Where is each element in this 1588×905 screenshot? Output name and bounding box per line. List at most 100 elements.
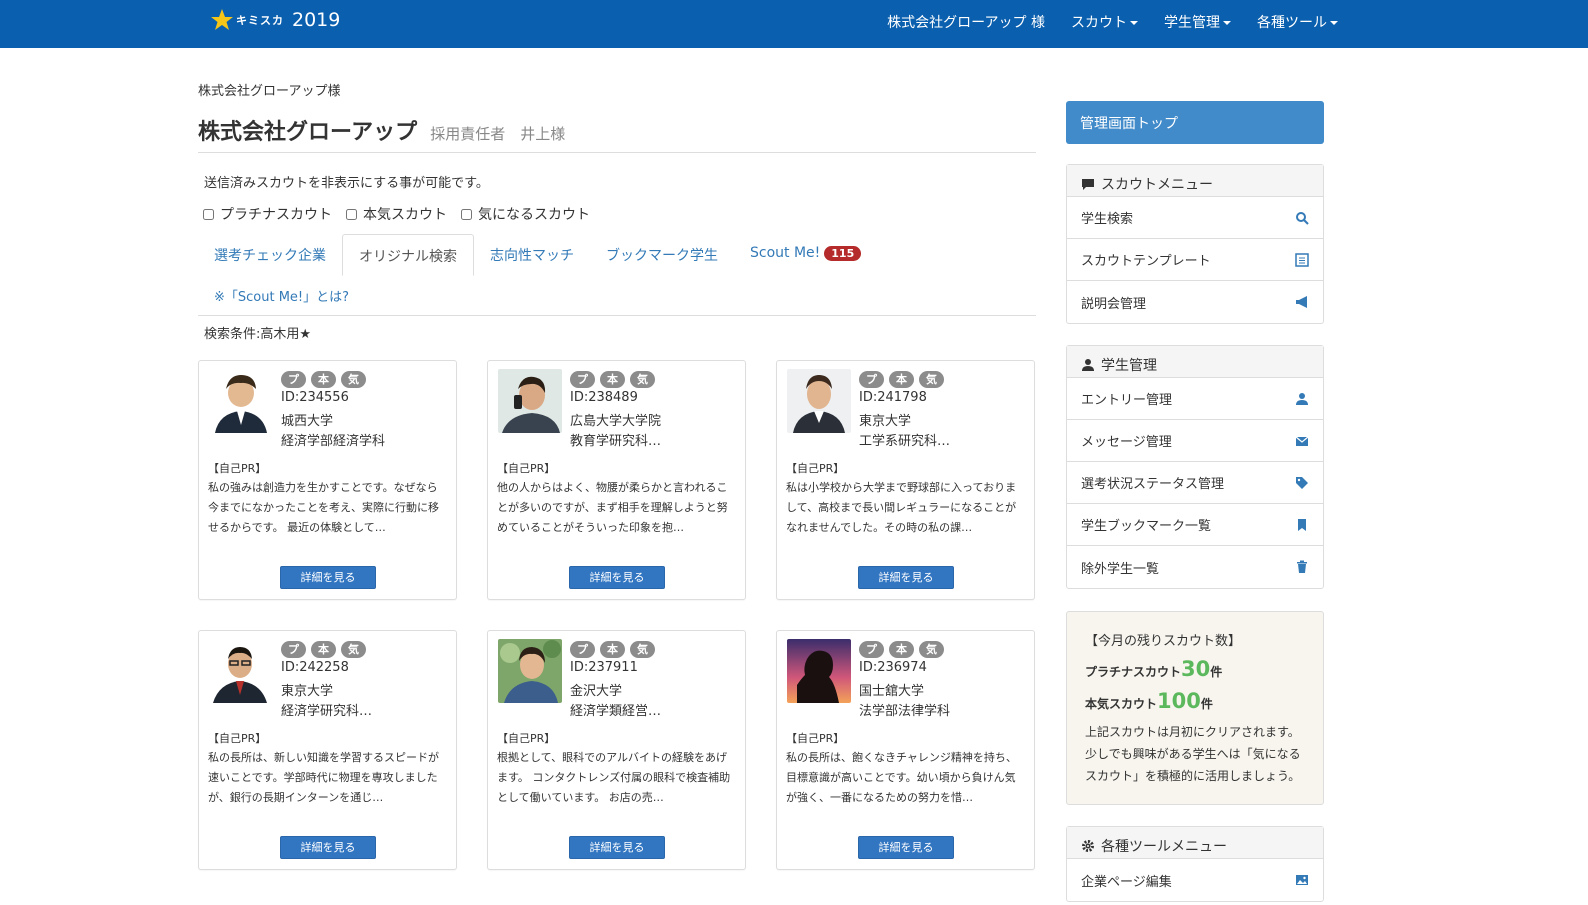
scout-filters: プラチナスカウト 本気スカウト 気になるスカウト <box>203 204 604 224</box>
user-icon <box>1295 392 1309 406</box>
hide-notice: 送信済みスカウトを非表示にする事が可能です。 <box>204 176 489 191</box>
remaining-scouts-panel: 【今月の残りスカウト数】 プラチナスカウト30件 本気スカウト100件 上記スカ… <box>1066 611 1324 805</box>
mark-honki: 本 <box>311 371 336 388</box>
tab-orientation-match[interactable]: 志向性マッチ <box>474 234 590 274</box>
tab-bookmark-students[interactable]: ブックマーク学生 <box>590 234 734 274</box>
trash-icon <box>1295 560 1309 574</box>
search-tabs: 選考チェック企業 オリジナル検索 志向性マッチ ブックマーク学生 Scout M… <box>198 234 1036 276</box>
student-card: プ 本 気 ID:234556 城西大学 経済学部経済学科 【自己PR】 私の強… <box>198 360 457 600</box>
view-detail-button[interactable]: 詳細を見る <box>858 566 954 589</box>
scout-marks: プ 本 気 <box>859 371 949 388</box>
scout-menu-heading: スカウトメニュー <box>1067 165 1323 197</box>
brand-year: 2019 <box>292 9 341 31</box>
student-id: ID:237911 <box>570 660 638 675</box>
nav-tools-menu[interactable]: 各種ツール <box>1257 12 1338 32</box>
student-school: 東京大学 <box>859 414 912 429</box>
nav-student-menu[interactable]: 学生管理 <box>1164 12 1231 32</box>
mark-platinum: プ <box>570 371 595 388</box>
student-menu-panel: 学生管理 エントリー管理 メッセージ管理 選考状況ステータス管理 学生ブックマー… <box>1066 345 1324 589</box>
avatar[interactable] <box>209 369 273 433</box>
divider <box>198 315 1036 316</box>
scout-marks: プ 本 気 <box>859 641 949 658</box>
scout-me-help-link[interactable]: ※「Scout Me!」とは? <box>214 286 349 305</box>
breadcrumb: 株式会社グローアップ様 <box>198 84 341 99</box>
remaining-note: 上記スカウトは月初にクリアされます。少しでも興味がある学生へは「気になるスカウト… <box>1085 725 1301 783</box>
mark-kininaru: 気 <box>630 371 655 388</box>
sidebar-item-bookmark-list[interactable]: 学生ブックマーク一覧 <box>1067 504 1323 546</box>
filter-platinum-checkbox[interactable] <box>203 208 214 220</box>
brand-logo[interactable]: キミスカ 2019 <box>210 5 340 35</box>
mark-platinum: プ <box>570 641 595 658</box>
admin-top-button[interactable]: 管理画面トップ <box>1066 101 1324 144</box>
nav-scout-menu[interactable]: スカウト <box>1071 12 1138 32</box>
sidebar-item-seminar-management[interactable]: 説明会管理 <box>1067 281 1323 323</box>
filter-honki[interactable]: 本気スカウト <box>346 204 447 224</box>
envelope-icon <box>1295 434 1309 448</box>
student-card: プ 本 気 ID:241798 東京大学 工学系研究科… 【自己PR】 私は小学… <box>776 360 1035 600</box>
view-detail-button[interactable]: 詳細を見る <box>280 836 376 859</box>
tab-selection-check[interactable]: 選考チェック企業 <box>198 234 342 274</box>
view-detail-button[interactable]: 詳細を見る <box>280 566 376 589</box>
view-detail-button[interactable]: 詳細を見る <box>569 566 665 589</box>
avatar[interactable] <box>498 369 562 433</box>
user-icon <box>1081 358 1095 372</box>
tools-menu-heading: 各種ツールメニュー <box>1067 827 1323 859</box>
tab-original-search[interactable]: オリジナル検索 <box>342 234 474 276</box>
sidebar-item-excluded-students[interactable]: 除外学生一覧 <box>1067 546 1323 588</box>
avatar[interactable] <box>498 639 562 703</box>
bookmark-icon <box>1295 518 1309 532</box>
avatar[interactable] <box>787 369 851 433</box>
sidebar-item-scout-template[interactable]: スカウトテンプレート <box>1067 239 1323 281</box>
company-name: 株式会社グローアップ <box>198 120 418 145</box>
mark-honki: 本 <box>600 371 625 388</box>
student-school: 国士舘大学 <box>859 684 925 699</box>
sidebar-item-student-search[interactable]: 学生検索 <box>1067 197 1323 239</box>
filter-kininaru[interactable]: 気になるスカウト <box>461 204 590 224</box>
tools-menu-panel: 各種ツールメニュー 企業ページ編集 <box>1066 826 1324 902</box>
tags-icon <box>1295 476 1309 490</box>
nav-company[interactable]: 株式会社グローアップ 様 <box>887 12 1045 32</box>
student-card: プ 本 気 ID:238489 広島大学大学院 教育学研究科… 【自己PR】 他… <box>487 360 746 600</box>
view-detail-button[interactable]: 詳細を見る <box>858 836 954 859</box>
pr-label: 【自己PR】 <box>208 462 267 475</box>
sidebar-item-message-management[interactable]: メッセージ管理 <box>1067 420 1323 462</box>
mark-platinum: プ <box>281 371 306 388</box>
caret-down-icon <box>1130 21 1138 25</box>
tab-scout-me[interactable]: Scout Me! 115 <box>734 234 877 274</box>
mark-honki: 本 <box>600 641 625 658</box>
filter-platinum[interactable]: プラチナスカウト <box>203 204 332 224</box>
sidebar-item-company-page-edit[interactable]: 企業ページ編集 <box>1067 859 1323 901</box>
student-school: 東京大学 <box>281 684 334 699</box>
student-department: 工学系研究科… <box>859 434 951 449</box>
mark-kininaru: 気 <box>919 641 944 658</box>
filter-honki-checkbox[interactable] <box>346 208 357 220</box>
pr-label: 【自己PR】 <box>497 732 556 745</box>
avatar[interactable] <box>209 639 273 703</box>
view-detail-button[interactable]: 詳細を見る <box>569 836 665 859</box>
student-menu-heading: 学生管理 <box>1067 346 1323 378</box>
mark-kininaru: 気 <box>341 641 366 658</box>
filter-kininaru-checkbox[interactable] <box>461 208 472 220</box>
mark-platinum: プ <box>281 641 306 658</box>
student-school: 金沢大学 <box>570 684 623 699</box>
mark-kininaru: 気 <box>630 641 655 658</box>
honki-remaining: 本気スカウト100件 <box>1085 689 1213 713</box>
sidebar-item-selection-status[interactable]: 選考状況ステータス管理 <box>1067 462 1323 504</box>
mark-honki: 本 <box>311 641 336 658</box>
bullhorn-icon <box>1295 295 1309 309</box>
comment-icon <box>1081 177 1095 191</box>
mark-kininaru: 気 <box>341 371 366 388</box>
student-department: 教育学研究科… <box>570 434 662 449</box>
mark-platinum: プ <box>859 371 884 388</box>
pr-label: 【自己PR】 <box>208 732 267 745</box>
student-department: 法学部法律学科 <box>859 704 951 719</box>
scout-marks: プ 本 気 <box>281 371 371 388</box>
student-school: 広島大学大学院 <box>570 414 662 429</box>
mark-platinum: プ <box>859 641 884 658</box>
top-navbar: キミスカ 2019 株式会社グローアップ 様 スカウト 学生管理 各種ツール <box>0 0 1588 48</box>
sidebar-item-entry-management[interactable]: エントリー管理 <box>1067 378 1323 420</box>
avatar[interactable] <box>787 639 851 703</box>
student-id: ID:242258 <box>281 660 349 675</box>
search-condition: 検索条件:高木用★ <box>204 327 312 342</box>
image-icon <box>1295 873 1309 887</box>
